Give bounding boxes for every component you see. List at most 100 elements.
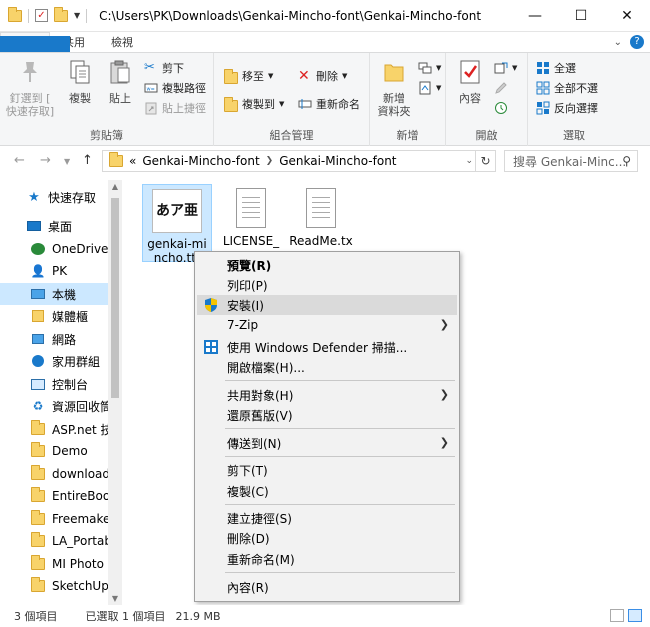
- new-item-button[interactable]: ▼: [418, 59, 441, 77]
- select-all-label: 全選: [554, 62, 576, 75]
- help-icon[interactable]: ?: [630, 35, 644, 49]
- folder-icon: [31, 465, 45, 480]
- menu-item-share-with[interactable]: 共用對象(H) ❯: [197, 385, 457, 405]
- sidebar-item-libraries[interactable]: 媒體櫃: [30, 305, 108, 327]
- paste-label: 貼上: [109, 92, 131, 105]
- large-icons-view-icon[interactable]: [628, 609, 642, 622]
- sidebar-item-quick-access[interactable]: ★ 快速存取: [26, 186, 108, 208]
- menu-item-properties[interactable]: 內容(R): [197, 577, 457, 597]
- sidebar-scrollbar[interactable]: ▲ ▼: [108, 180, 122, 605]
- search-icon[interactable]: ⚲: [622, 154, 631, 168]
- breadcrumb-chevron-icon[interactable]: ❯: [266, 156, 274, 166]
- menu-item-create-shortcut[interactable]: 建立捷徑(S): [197, 508, 457, 528]
- sidebar-item-folder[interactable]: download: [30, 463, 108, 485]
- delete-button[interactable]: ✕ 刪除 ▼: [298, 67, 347, 85]
- sidebar-item-recycle-bin[interactable]: ♻ 資源回收筒: [30, 395, 108, 417]
- qat-customize-icon[interactable]: ▼: [74, 11, 80, 20]
- copy-button[interactable]: 複製: [62, 59, 98, 105]
- sidebar-item-folder[interactable]: Demo: [30, 440, 108, 462]
- properties-qat-icon[interactable]: ✓: [35, 9, 48, 22]
- rename-button[interactable]: 重新命名: [298, 95, 360, 113]
- menu-item-copy[interactable]: 複製(C): [197, 481, 457, 501]
- scroll-down-icon[interactable]: ▼: [108, 594, 122, 603]
- properties-button[interactable]: 內容: [452, 59, 488, 105]
- breadcrumb-item-current[interactable]: Genkai-Mincho-font: [279, 154, 396, 168]
- sidebar-item-folder[interactable]: SketchUp: [30, 575, 108, 597]
- copy-to-button[interactable]: 複製到 ▼: [224, 95, 284, 113]
- sidebar-item-label: 快速存取: [48, 190, 97, 205]
- sidebar-item-onedrive[interactable]: OneDrive: [30, 238, 108, 260]
- sidebar-item-folder[interactable]: Freemake_: [30, 508, 108, 530]
- menu-divider: [225, 428, 455, 429]
- tab-view[interactable]: 檢視: [98, 32, 146, 52]
- maximize-button[interactable]: ☐: [558, 0, 604, 32]
- open-button[interactable]: ▼: [494, 59, 517, 77]
- move-to-dropdown-icon: ▼: [268, 72, 274, 80]
- paste-shortcut-button[interactable]: 貼上捷徑: [144, 99, 206, 117]
- sidebar-item-desktop[interactable]: 桌面: [26, 215, 108, 237]
- sidebar-item-this-pc[interactable]: 本機: [0, 283, 108, 305]
- paste-shortcut-label: 貼上捷徑: [162, 102, 206, 115]
- sidebar-item-label: SketchUp: [52, 579, 108, 593]
- sidebar-item-label: PK: [52, 264, 68, 278]
- sidebar-item-network[interactable]: 網路: [30, 328, 108, 350]
- scroll-up-icon[interactable]: ▲: [108, 182, 122, 191]
- cut-button[interactable]: ✂ 剪下: [144, 59, 184, 77]
- new-folder-button[interactable]: 新增 資料夾: [374, 59, 414, 118]
- address-dropdown-icon[interactable]: ⌄: [465, 156, 473, 166]
- menu-item-send-to[interactable]: 傳送到(N) ❯: [197, 433, 457, 453]
- breadcrumb-item[interactable]: Genkai-Mincho-font: [142, 154, 259, 168]
- svg-text:w=: w=: [147, 87, 155, 93]
- paste-button[interactable]: 貼上: [102, 59, 138, 105]
- submenu-chevron-icon: ❯: [439, 318, 449, 331]
- invert-selection-button[interactable]: 反向選擇: [536, 99, 598, 117]
- breadcrumb-overflow[interactable]: «: [129, 154, 136, 168]
- menu-item-cut[interactable]: 剪下(T): [197, 460, 457, 480]
- address-bar[interactable]: « Genkai-Mincho-font ❯ Genkai-Mincho-fon…: [102, 150, 496, 172]
- menu-item-restore-previous[interactable]: 還原舊版(V): [197, 405, 457, 425]
- scrollbar-thumb[interactable]: [111, 198, 119, 398]
- up-arrow-icon[interactable]: ↑: [82, 153, 93, 168]
- menu-item-7zip[interactable]: 7-Zip ❯: [197, 315, 457, 335]
- menu-item-rename[interactable]: 重新命名(M): [197, 549, 457, 569]
- sidebar-item-folder[interactable]: ASP.net 技: [30, 418, 108, 440]
- sidebar-item-folder[interactable]: MI Photo: [30, 553, 108, 575]
- sidebar-item-homegroup[interactable]: 家用群組: [30, 350, 108, 372]
- history-button[interactable]: [494, 99, 508, 117]
- menu-item-install[interactable]: 安裝(I): [197, 295, 457, 315]
- sidebar-item-folder[interactable]: EntireBook: [30, 485, 108, 507]
- pin-label-line2: 快速存取]: [5, 105, 55, 118]
- menu-item-print[interactable]: 列印(P): [197, 275, 457, 295]
- sidebar-item-folder[interactable]: LA_Portabl: [30, 530, 108, 552]
- menu-item-open-file[interactable]: 開啟檔案(H)...: [197, 357, 457, 377]
- copy-path-button[interactable]: w= 複製路徑: [144, 79, 206, 97]
- sidebar-item-label: 本機: [52, 287, 77, 302]
- move-to-button[interactable]: 移至 ▼: [224, 67, 273, 85]
- forward-arrow-icon[interactable]: →: [40, 153, 51, 168]
- collapse-ribbon-icon[interactable]: ⌄: [614, 37, 622, 48]
- new-item-dropdown-icon: ▼: [436, 64, 442, 72]
- easy-access-button[interactable]: ▼: [418, 79, 441, 97]
- select-all-button[interactable]: 全選: [536, 59, 576, 77]
- search-input[interactable]: 搜尋 Genkai-Minc... ⚲: [504, 150, 638, 172]
- sidebar-item-control-panel[interactable]: 控制台: [30, 373, 108, 395]
- refresh-icon[interactable]: ↻: [475, 151, 495, 171]
- details-view-icon[interactable]: [610, 609, 624, 622]
- menu-item-defender-scan[interactable]: 使用 Windows Defender 掃描...: [197, 337, 457, 357]
- menu-item-preview[interactable]: 預覽(R): [197, 255, 457, 275]
- invert-selection-label: 反向選擇: [554, 102, 598, 115]
- recent-locations-icon[interactable]: ▼: [64, 157, 70, 166]
- history-icon: [495, 102, 507, 114]
- select-none-button[interactable]: 全部不選: [536, 79, 598, 97]
- computer-icon: [30, 287, 46, 301]
- close-button[interactable]: ✕: [604, 0, 650, 32]
- menu-item-delete[interactable]: 刪除(D): [197, 528, 457, 548]
- sidebar-item-user[interactable]: 👤 PK: [30, 260, 108, 282]
- organize-group-label: 組合管理: [269, 129, 314, 142]
- back-arrow-icon[interactable]: ←: [14, 153, 25, 168]
- edit-button[interactable]: [494, 79, 508, 97]
- new-folder-qat-icon[interactable]: [54, 6, 68, 22]
- minimize-button[interactable]: —: [512, 0, 558, 32]
- delete-label: 刪除: [316, 70, 338, 83]
- pin-quick-access-button[interactable]: 釘選到 [ 快速存取]: [4, 59, 56, 118]
